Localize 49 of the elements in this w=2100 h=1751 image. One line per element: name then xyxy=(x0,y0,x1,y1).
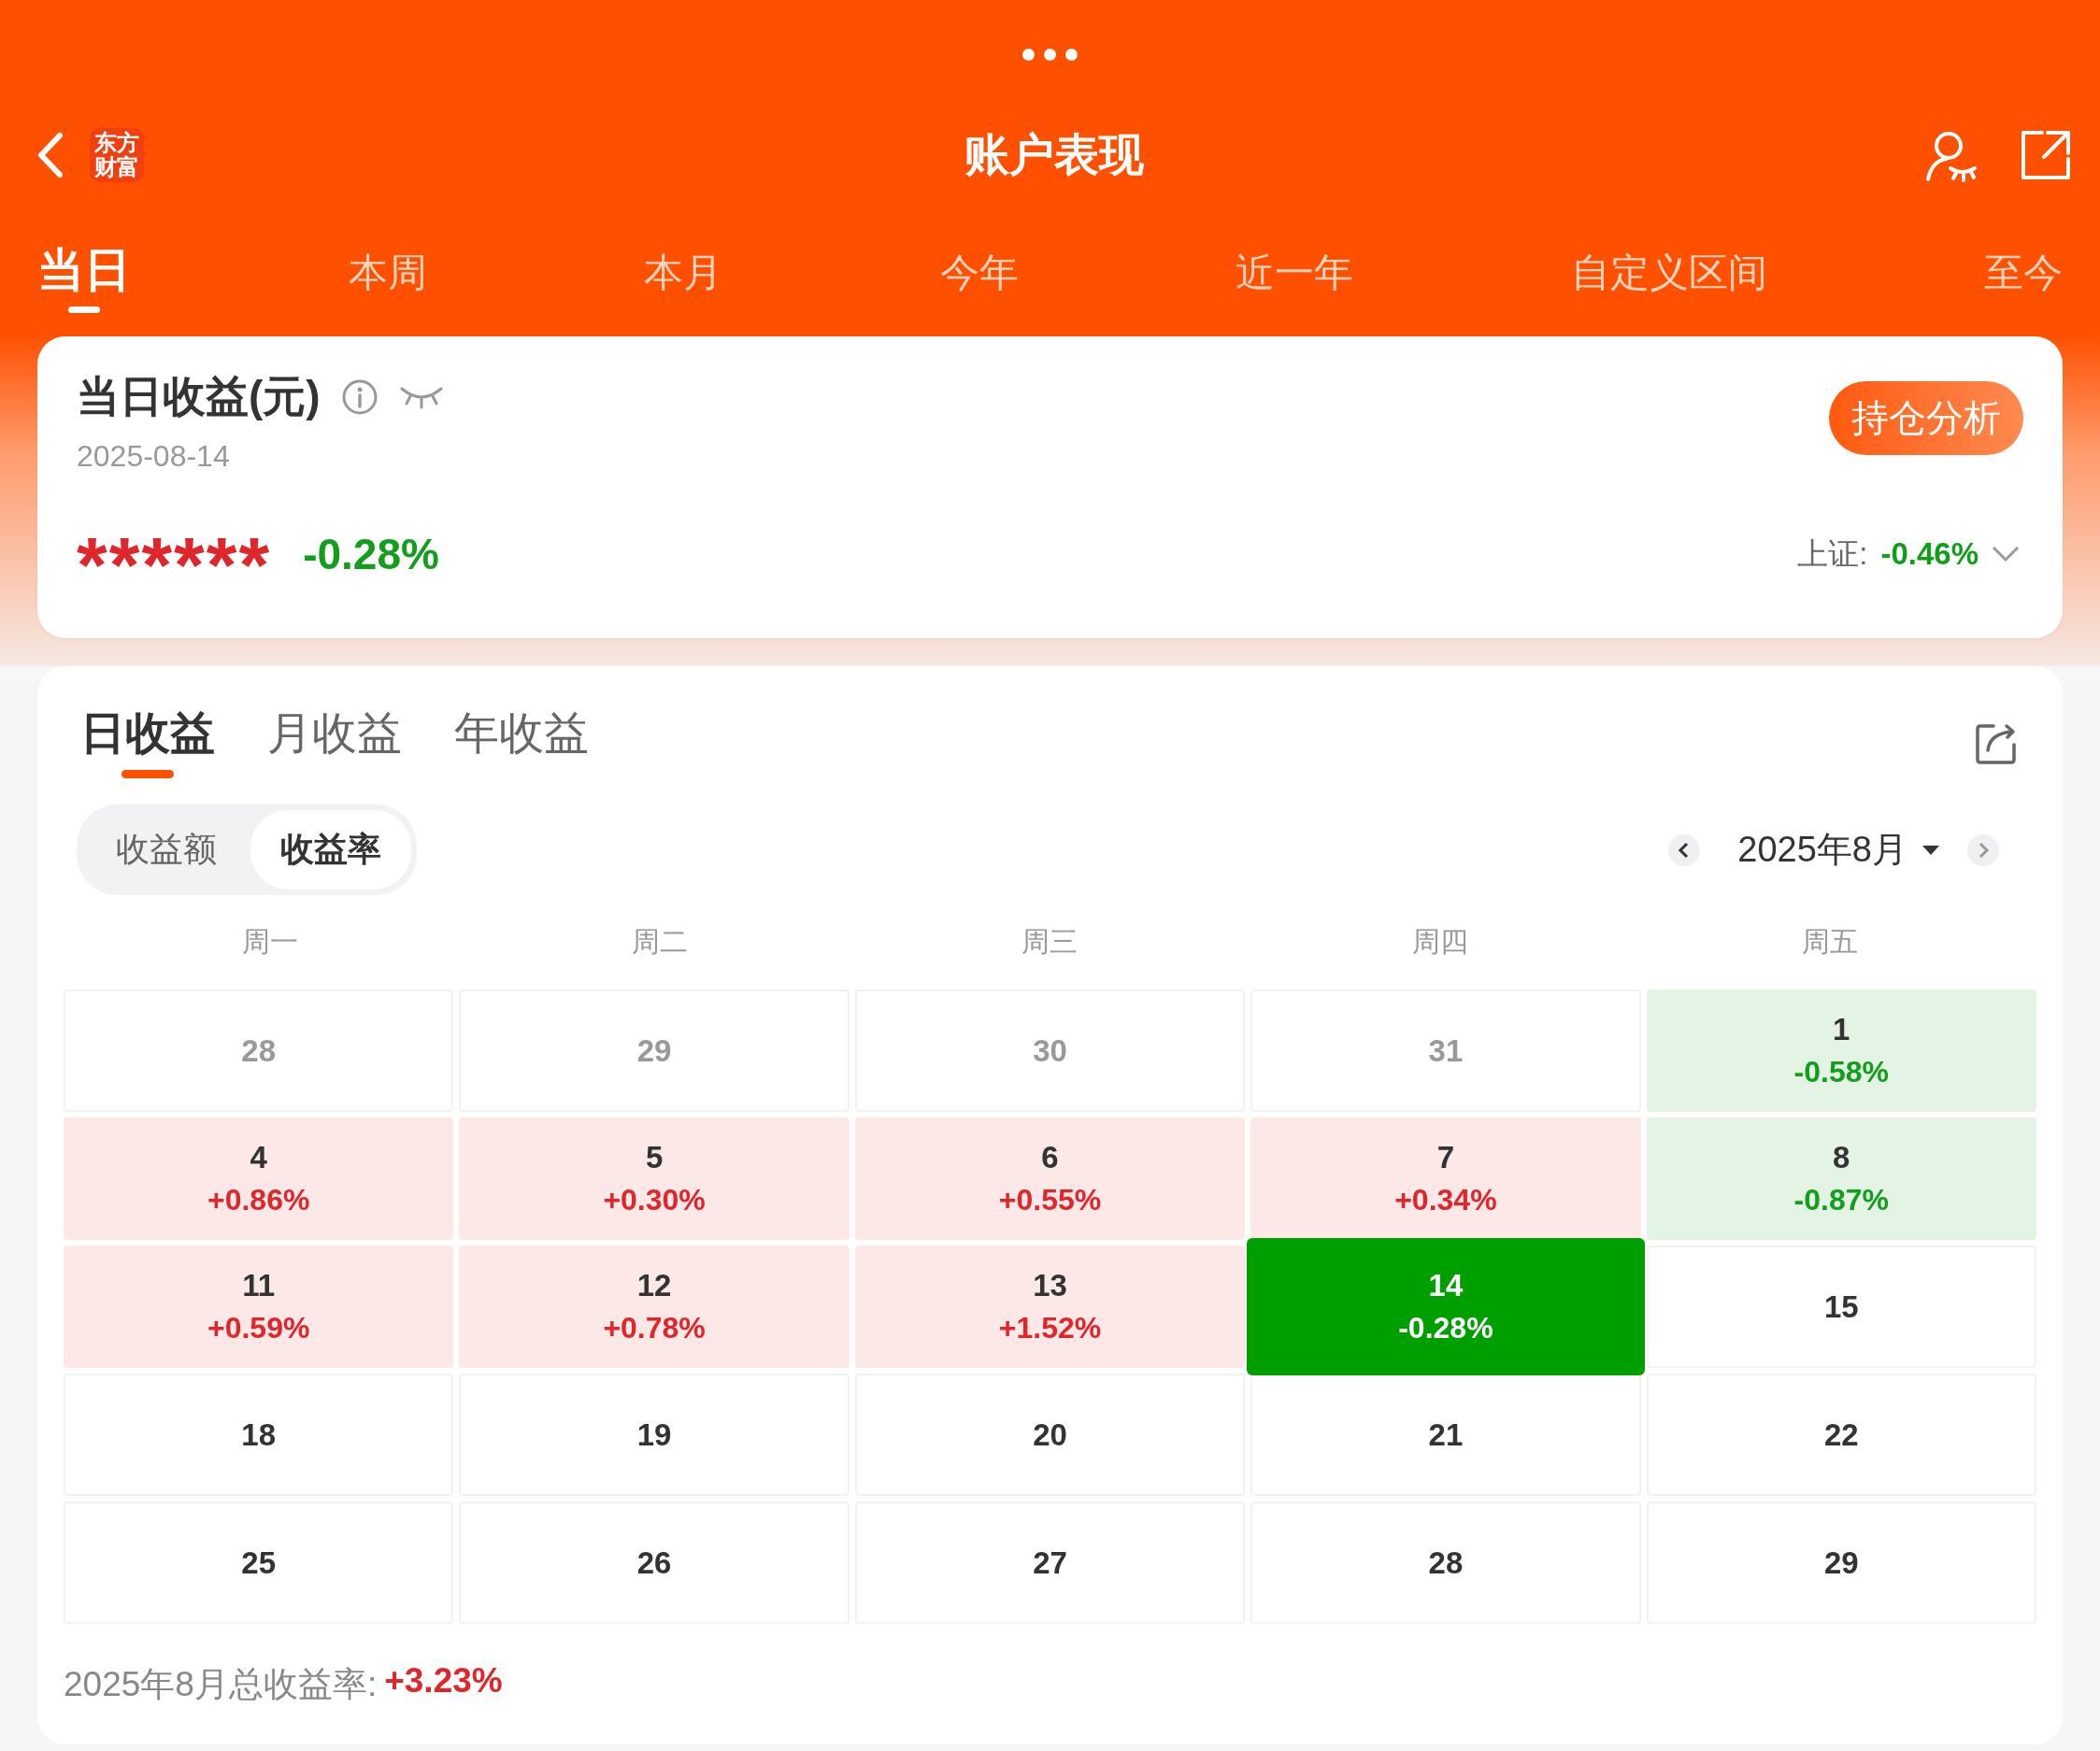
calendar-day[interactable]: 27 xyxy=(854,1502,1246,1624)
total-value: +3.23% xyxy=(384,1661,503,1701)
summary-date: 2025-08-14 xyxy=(77,439,231,474)
chevron-down-icon[interactable] xyxy=(1992,546,2020,562)
calendar-tab[interactable]: 月收益 xyxy=(267,704,402,782)
calendar-day[interactable]: 22 xyxy=(1646,1374,2036,1496)
calendar-day[interactable]: 5 +0.30% xyxy=(459,1118,850,1240)
calendar-day[interactable]: 7 +0.34% xyxy=(1250,1118,1641,1240)
index-label: 上证: xyxy=(1797,534,1868,573)
app-logo: 东方 财富 xyxy=(90,128,144,182)
page-title: 账户表现 xyxy=(964,129,1144,181)
chevron-right-icon[interactable] xyxy=(1967,833,1999,866)
calendar-day[interactable]: 19 xyxy=(459,1374,850,1496)
info-icon[interactable] xyxy=(340,378,379,416)
calendar-day[interactable]: 14 -0.28% xyxy=(1247,1238,1645,1375)
calendar-day[interactable]: 13 +1.52% xyxy=(854,1246,1246,1368)
calendar-day[interactable]: 15 xyxy=(1646,1246,2036,1368)
month-selector[interactable]: 2025年8月 xyxy=(1737,826,1907,874)
weekday-label: 周一 xyxy=(240,925,299,959)
calendar-day[interactable]: 11 +0.59% xyxy=(64,1246,454,1368)
caret-down-icon[interactable] xyxy=(1922,844,1939,856)
total-label: 2025年8月总收益率: xyxy=(64,1664,378,1705)
calendar-day[interactable]: 26 xyxy=(459,1502,850,1624)
mode-option[interactable]: 收益额 xyxy=(82,810,250,890)
calendar-day[interactable]: 28 xyxy=(1250,1502,1641,1624)
weekday-label: 周四 xyxy=(1410,925,1469,959)
calendar-day[interactable]: 12 +0.78% xyxy=(459,1246,850,1368)
calendar-day[interactable]: 20 xyxy=(854,1374,1246,1496)
mode-option[interactable]: 收益率 xyxy=(250,810,411,890)
calendar-day[interactable]: 8 -0.87% xyxy=(1646,1118,2036,1240)
calendar-day[interactable]: 25 xyxy=(64,1502,454,1624)
calendar-tab[interactable]: 年收益 xyxy=(454,704,589,782)
calendar-day[interactable]: 6 +0.55% xyxy=(854,1118,1246,1240)
share-icon[interactable] xyxy=(2020,129,2072,181)
chevron-left-icon[interactable] xyxy=(1668,833,1701,866)
summary-title: 当日收益(元) xyxy=(77,371,321,422)
weekday-label: 周五 xyxy=(1801,925,1860,959)
calendar-day[interactable]: 29 xyxy=(1646,1502,2036,1624)
calendar-day[interactable]: 4 +0.86% xyxy=(64,1118,454,1240)
calendar-day[interactable]: 21 xyxy=(1250,1374,1641,1496)
calendar-tab[interactable]: 日收益 xyxy=(80,704,215,782)
calendar-day[interactable]: 1 -0.58% xyxy=(1646,989,2036,1112)
weekday-label: 周二 xyxy=(631,925,690,959)
calendar-day[interactable]: 18 xyxy=(64,1374,454,1496)
weekday-label: 周三 xyxy=(1021,925,1079,959)
back-icon[interactable] xyxy=(36,132,64,178)
index-value: -0.46% xyxy=(1880,536,1979,572)
daily-rate: -0.28% xyxy=(303,529,439,579)
hidden-amount: ****** xyxy=(77,520,272,593)
